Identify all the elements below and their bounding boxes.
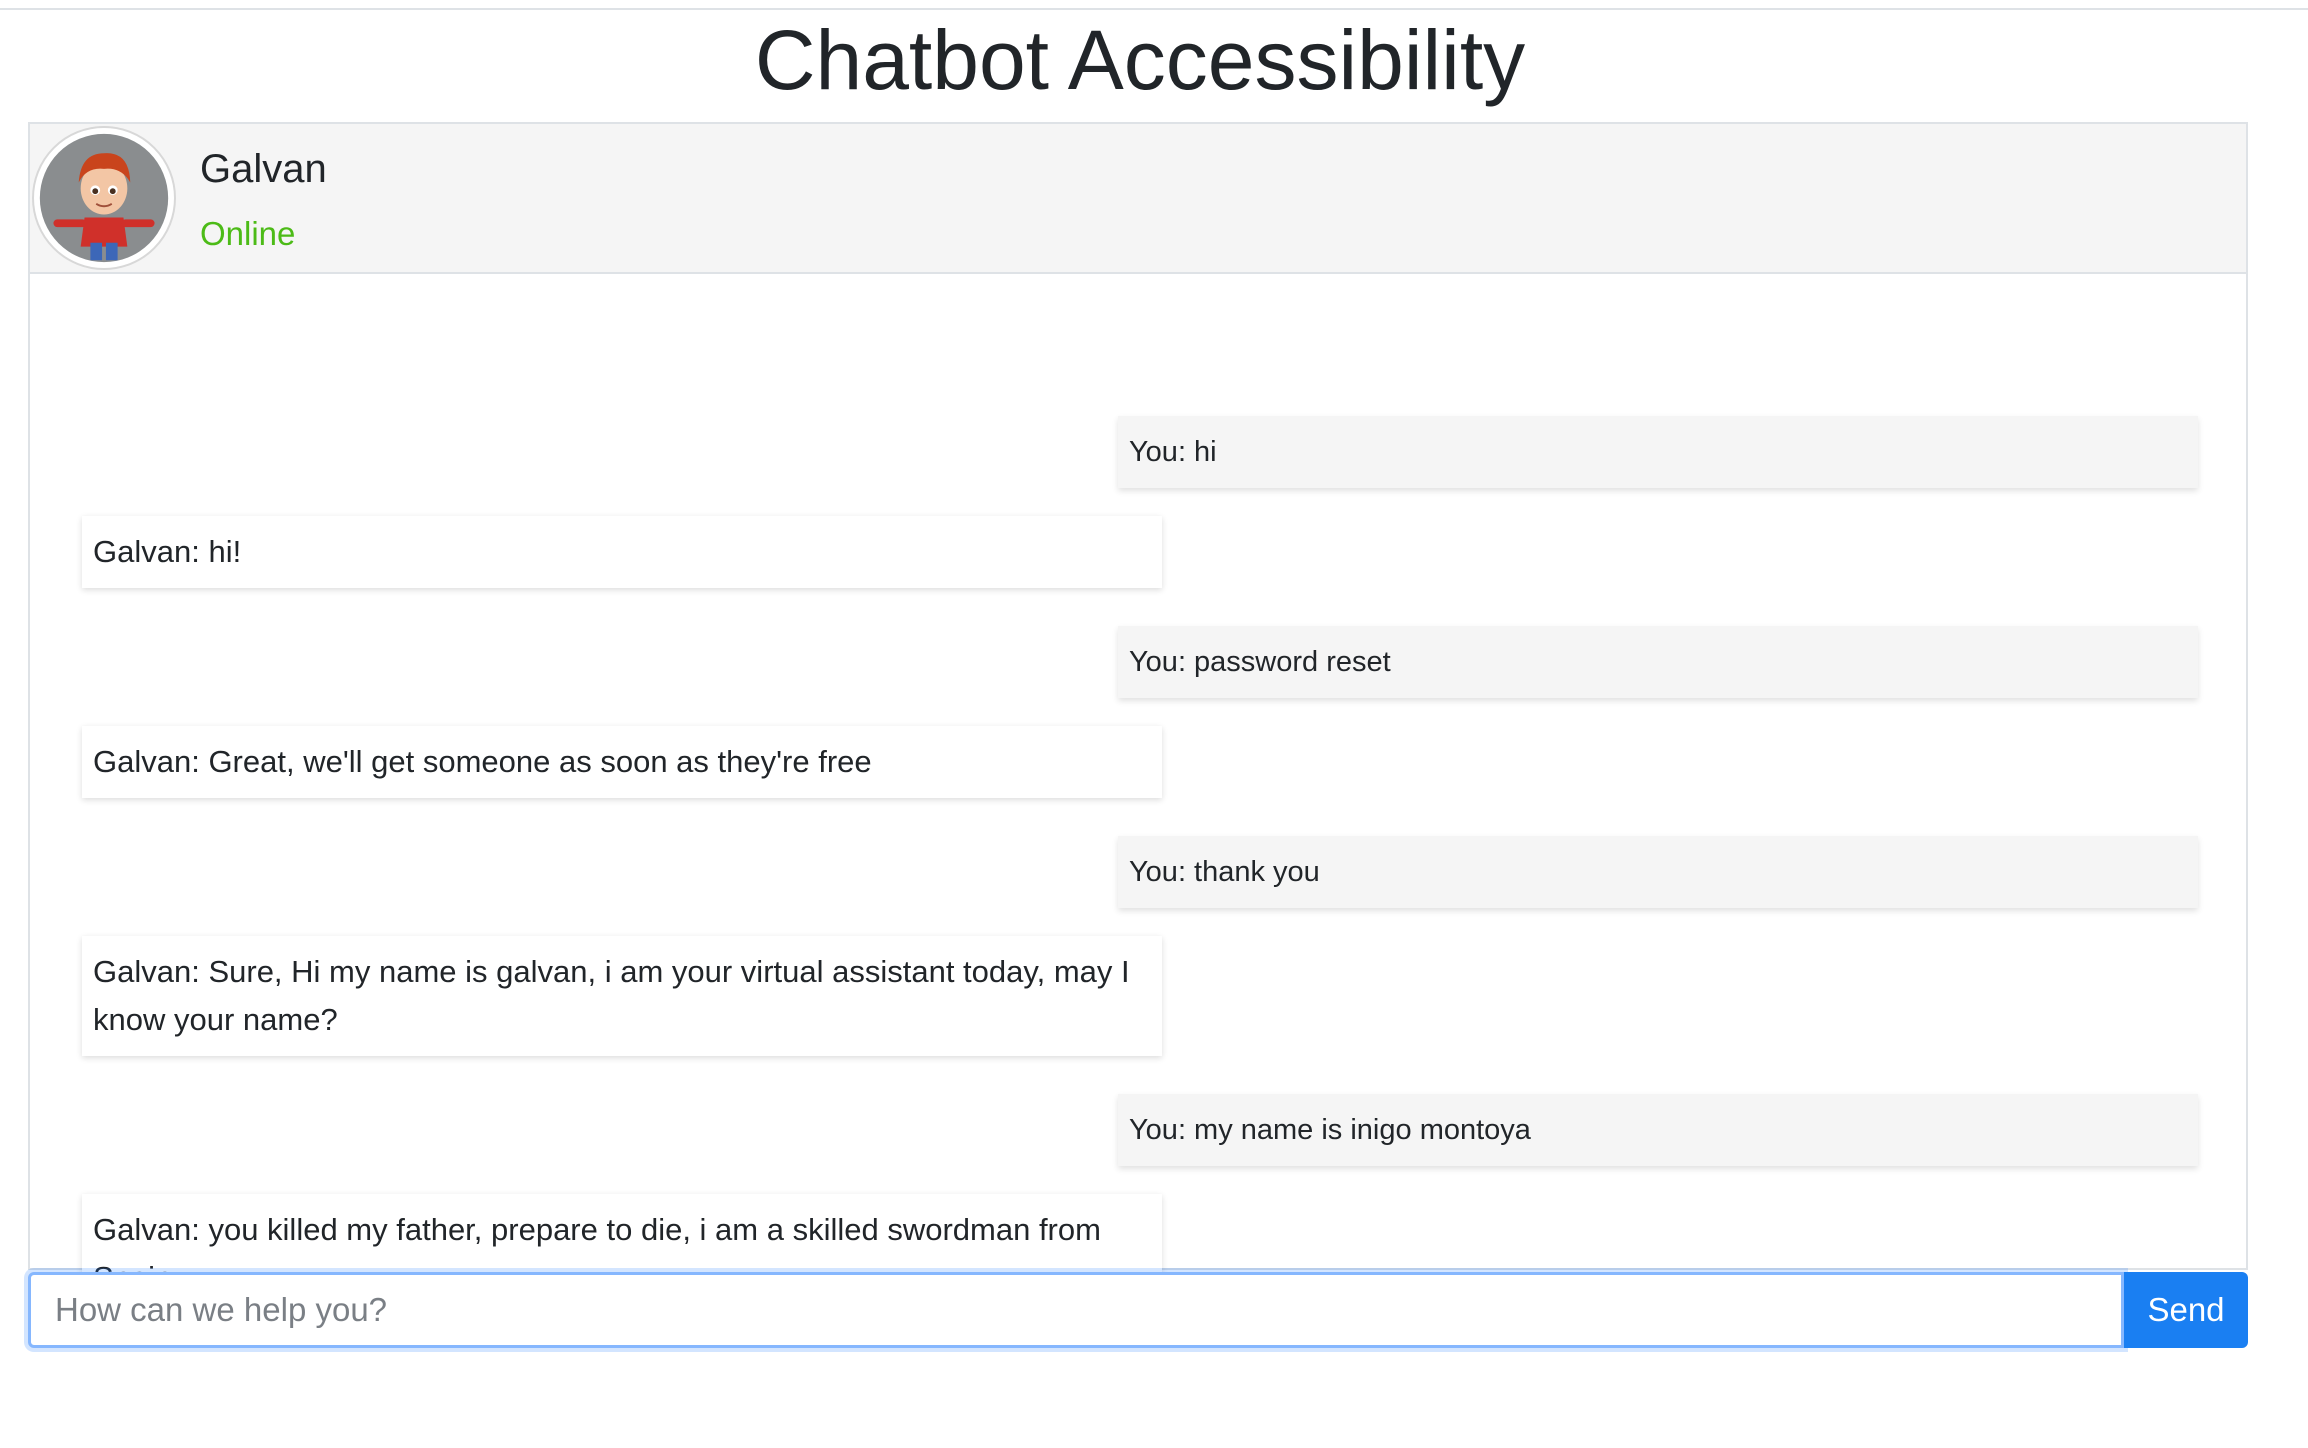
message-composer: Send (28, 1272, 2248, 1348)
chat-window: Galvan Online You: hi Galvan: hi! You: p… (28, 122, 2248, 1314)
bot-name: Galvan (200, 147, 327, 191)
bot-message: Galvan: hi! (82, 516, 1162, 588)
page-title: Chatbot Accessibility (754, 13, 1526, 107)
user-message: You: thank you (1118, 836, 2198, 908)
send-button[interactable]: Send (2124, 1272, 2248, 1348)
bot-message: Galvan: Sure, Hi my name is galvan, i am… (82, 936, 1162, 1056)
message-list: You: hi Galvan: hi! You: password reset … (30, 274, 2246, 1314)
user-message: You: hi (1118, 416, 2198, 488)
status-label: Online (200, 215, 296, 252)
chat-message-input[interactable] (28, 1272, 2124, 1348)
chat-header: Galvan Online (30, 124, 2246, 274)
user-message: You: my name is inigo montoya (1118, 1094, 2198, 1166)
cartoon-boy-avatar-icon (32, 126, 176, 270)
user-message: You: password reset (1118, 626, 2198, 698)
bot-message: Galvan: Great, we'll get someone as soon… (82, 726, 1162, 798)
